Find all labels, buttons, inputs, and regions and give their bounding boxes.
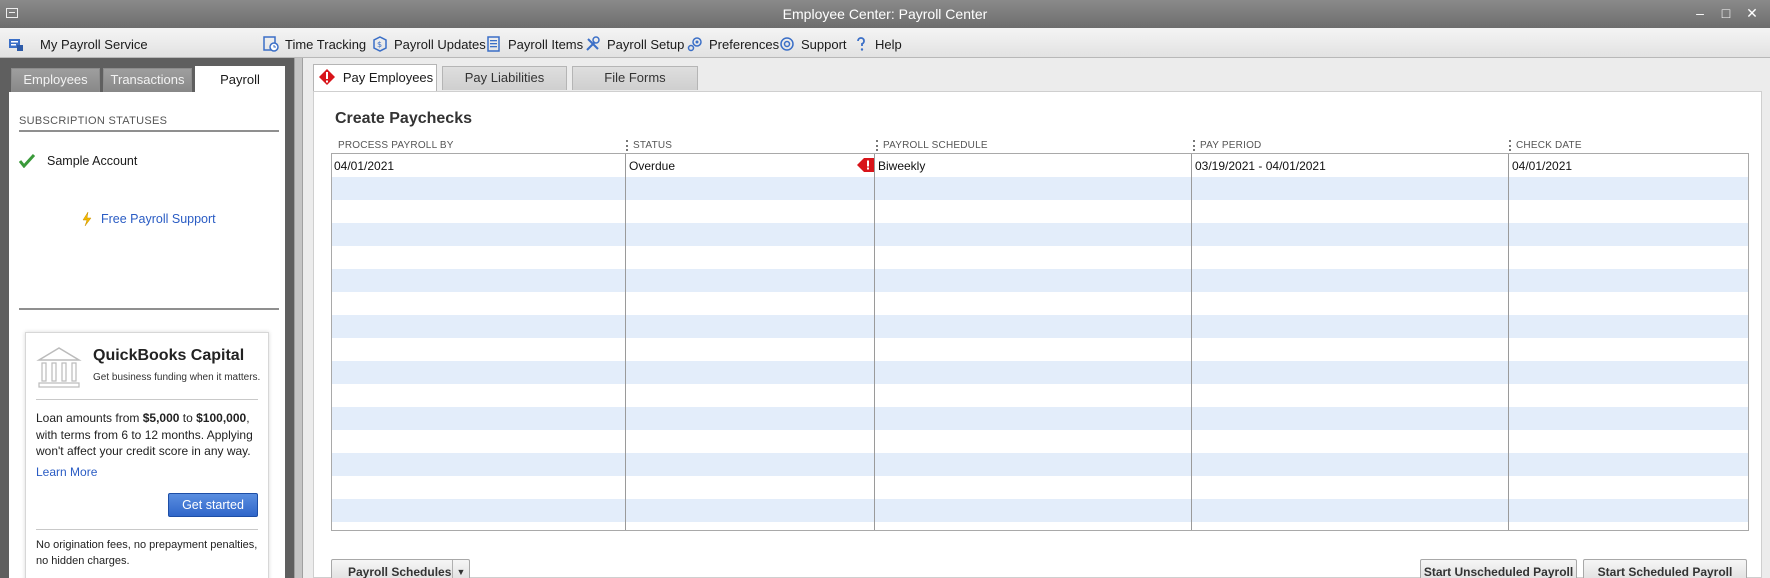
table-row-empty — [332, 361, 1748, 384]
payroll-items-icon — [486, 36, 502, 52]
account-name: Sample Account — [47, 154, 138, 168]
payroll-service-icon — [8, 36, 24, 52]
tab-pay-liabilities[interactable]: Pay Liabilities — [442, 66, 567, 90]
table-row-empty — [332, 200, 1748, 223]
capital-subtitle: Get business funding when it matters. — [93, 372, 261, 383]
table-body: 04/01/2021 Overdue Biweekly 03/19/2021 -… — [331, 153, 1749, 531]
table-row-empty — [332, 384, 1748, 407]
subscription-status: Sample Account — [19, 154, 137, 168]
toolbar-payroll-updates[interactable]: $ Payroll Updates — [372, 34, 486, 54]
toolbar-payroll-items[interactable]: Payroll Items — [486, 34, 583, 54]
window-title: Employee Center: Payroll Center — [782, 6, 988, 22]
free-payroll-support-link[interactable]: Free Payroll Support — [81, 212, 216, 226]
panel-splitter[interactable] — [294, 58, 303, 578]
column-header-schedule[interactable]: PAYROLL SCHEDULE — [876, 140, 988, 151]
table-row-empty — [332, 476, 1748, 499]
close-button[interactable]: ✕ — [1742, 4, 1762, 22]
help-icon — [853, 36, 869, 52]
table-row-empty — [332, 223, 1748, 246]
warning-icon — [857, 158, 875, 172]
tab-transactions[interactable]: Transactions — [103, 68, 192, 92]
preferences-icon — [687, 36, 703, 52]
table-row-empty — [332, 407, 1748, 430]
table-row-empty — [332, 315, 1748, 338]
capital-title: QuickBooks Capital — [93, 347, 245, 364]
minimize-button[interactable]: ‒ — [1690, 4, 1710, 22]
capital-description: Loan amounts from $5,000 to $100,000, wi… — [36, 411, 253, 458]
column-divider — [1191, 154, 1192, 530]
column-header-check-date[interactable]: CHECK DATE — [1509, 140, 1582, 151]
table-row[interactable]: 04/01/2021 Overdue Biweekly 03/19/2021 -… — [332, 154, 1748, 177]
tab-pay-employees[interactable]: Pay Employees — [313, 64, 437, 91]
table-header: PROCESS PAYROLL BY STATUS PAYROLL SCHEDU… — [331, 137, 1749, 153]
tab-payroll[interactable]: Payroll — [195, 66, 285, 92]
column-header-status[interactable]: STATUS — [626, 140, 672, 151]
payroll-updates-icon: $ — [372, 36, 388, 52]
table-row-empty — [332, 269, 1748, 292]
start-unscheduled-payroll-button[interactable]: Start Unscheduled Payroll — [1420, 559, 1577, 578]
toolbar-time-tracking[interactable]: Time Tracking — [263, 34, 366, 54]
column-header-pay-period[interactable]: PAY PERIOD — [1193, 140, 1261, 151]
table-row-empty — [332, 177, 1748, 200]
tab-file-forms[interactable]: File Forms — [572, 66, 698, 90]
toolbar-my-payroll-service[interactable]: My Payroll Service — [8, 34, 148, 54]
cell-pay-period: 03/19/2021 - 04/01/2021 — [1195, 159, 1326, 173]
page-title: Create Paychecks — [335, 110, 472, 127]
paychecks-table: PROCESS PAYROLL BY STATUS PAYROLL SCHEDU… — [331, 137, 1749, 531]
table-row-empty — [332, 522, 1748, 530]
column-divider — [1508, 154, 1509, 530]
divider — [19, 130, 279, 132]
table-row-empty — [332, 430, 1748, 453]
time-tracking-icon — [263, 36, 279, 52]
column-divider — [625, 154, 626, 530]
quickbooks-capital-card: QuickBooks Capital Get business funding … — [25, 332, 269, 578]
table-row-empty — [332, 499, 1748, 522]
cell-schedule: Biweekly — [878, 159, 926, 173]
payroll-schedules-button[interactable]: Payroll Schedules ▼ — [331, 559, 470, 578]
cell-status: Overdue — [629, 159, 676, 173]
warning-icon — [318, 69, 335, 85]
toolbar: My Payroll Service Time Tracking $ Payro… — [0, 28, 1770, 58]
bank-icon — [36, 347, 82, 388]
toolbar-preferences[interactable]: Preferences — [687, 34, 779, 54]
cell-check-date: 04/01/2021 — [1512, 159, 1573, 173]
cell-process-by: 04/01/2021 — [334, 159, 395, 173]
subscription-header: SUBSCRIPTION STATUSES — [19, 115, 168, 127]
learn-more-link[interactable]: Learn More — [36, 465, 97, 479]
divider — [19, 308, 279, 310]
column-divider — [874, 154, 875, 530]
toolbar-support[interactable]: Support — [779, 34, 847, 54]
pay-employees-content: Create Paychecks PROCESS PAYROLL BY STAT… — [313, 91, 1762, 578]
divider — [36, 529, 258, 530]
svg-text:$: $ — [377, 40, 382, 49]
get-started-button[interactable]: Get started — [168, 493, 258, 517]
lightning-icon — [82, 212, 92, 226]
chevron-down-icon[interactable]: ▼ — [452, 560, 469, 578]
toolbar-help[interactable]: Help — [853, 34, 902, 54]
divider — [36, 399, 258, 400]
support-icon — [779, 36, 795, 52]
main-panel: Pay Employees Pay Liabilities File Forms… — [303, 58, 1770, 578]
capital-footer: No origination fees, no prepayment penal… — [36, 539, 258, 567]
table-row-empty — [332, 246, 1748, 269]
start-scheduled-payroll-button[interactable]: Start Scheduled Payroll — [1583, 559, 1747, 578]
payroll-setup-icon — [585, 36, 601, 52]
table-row-empty — [332, 453, 1748, 476]
restore-button[interactable]: □ — [1716, 4, 1736, 22]
title-bar: Employee Center: Payroll Center ‒ □ ✕ — [0, 0, 1770, 28]
payroll-side-panel: SUBSCRIPTION STATUSES Sample Account Fre… — [9, 92, 285, 578]
toolbar-payroll-setup[interactable]: Payroll Setup — [585, 34, 684, 54]
column-header-process-by[interactable]: PROCESS PAYROLL BY — [338, 140, 454, 151]
table-row-empty — [332, 338, 1748, 361]
checkmark-icon — [19, 154, 35, 168]
left-panel: Employees Transactions Payroll SUBSCRIPT… — [0, 58, 294, 578]
table-row-empty — [332, 292, 1748, 315]
tab-employees[interactable]: Employees — [11, 68, 100, 92]
